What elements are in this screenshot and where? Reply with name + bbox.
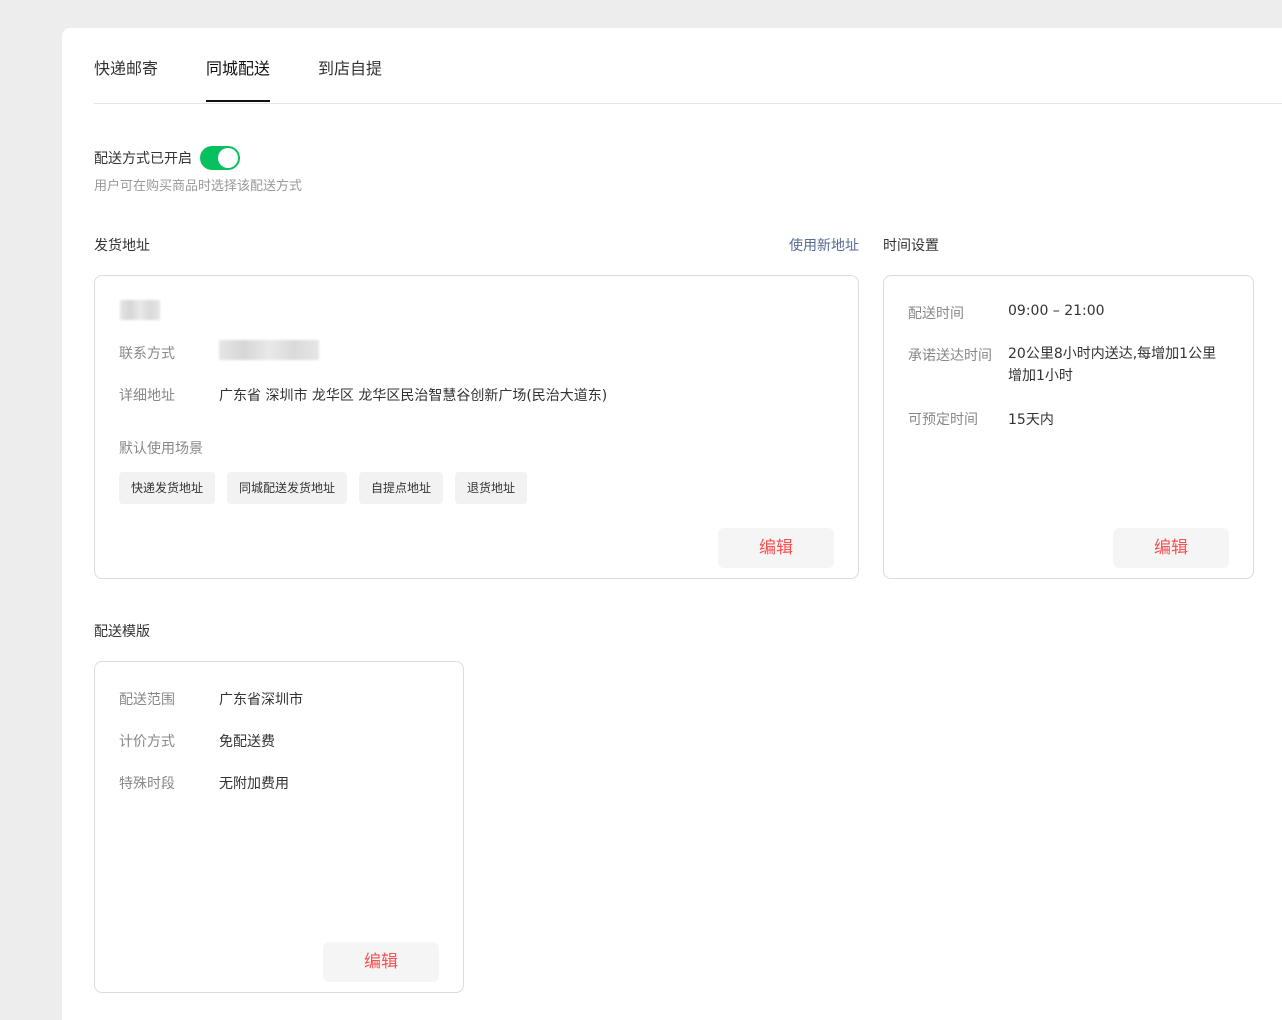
tab-express[interactable]: 快递邮寄	[94, 55, 158, 79]
address-card: 联系方式 详细地址 广东省 深圳市 龙华区 龙华区民治智慧谷创新广场(民治大道东…	[94, 275, 859, 579]
delivery-range-row: 配送范围 广东省深圳市	[119, 689, 303, 709]
redacted-contact	[219, 340, 319, 360]
default-scene-label: 默认使用场景	[119, 441, 203, 457]
active-tab-underline	[206, 100, 270, 102]
toggle-label: 配送方式已开启	[94, 151, 192, 167]
scene-row: 默认使用场景	[119, 438, 203, 458]
time-edit-button[interactable]: 编辑	[1113, 528, 1229, 568]
delivery-enabled-toggle[interactable]	[200, 146, 240, 170]
special-period-label: 特殊时段	[119, 776, 175, 792]
tag-pickup-address: 自提点地址	[359, 472, 444, 504]
special-period-row: 特殊时段 无附加费用	[119, 773, 289, 793]
detail-address-row: 详细地址 广东省 深圳市 龙华区 龙华区民治智慧谷创新广场(民治大道东)	[119, 385, 607, 405]
redacted-name	[120, 300, 160, 320]
delivery-time-row: 配送时间 09:00 – 21:00	[908, 303, 1105, 323]
template-section-title: 配送模版	[94, 624, 150, 640]
template-card: 配送范围 广东省深圳市 计价方式 免配送费 特殊时段 无附加费用 编辑	[94, 661, 464, 993]
tag-express-address: 快递发货地址	[119, 472, 216, 504]
delivery-tabs: 快递邮寄 同城配送 到店自提	[94, 28, 1282, 104]
reservable-time-label: 可预定时间	[908, 412, 978, 428]
contact-row: 联系方式	[119, 343, 175, 363]
reservable-time-value: 15天内	[1008, 412, 1054, 428]
contact-label: 联系方式	[119, 346, 175, 362]
time-section-title: 时间设置	[883, 238, 939, 254]
pricing-value: 免配送费	[219, 734, 275, 750]
pricing-label: 计价方式	[119, 734, 175, 750]
delivery-toggle-row: 配送方式已开启	[94, 146, 240, 170]
toggle-knob	[218, 148, 238, 168]
tag-local-delivery-address: 同城配送发货地址	[227, 472, 348, 504]
time-card: 配送时间 09:00 – 21:00 承诺送达时间 20公里8小时内送达,每增加…	[883, 275, 1254, 579]
promised-time-row: 承诺送达时间 20公里8小时内送达,每增加1公里增加1小时	[908, 345, 1230, 387]
delivery-time-label: 配送时间	[908, 306, 964, 322]
delivery-time-value: 09:00 – 21:00	[1008, 303, 1105, 319]
address-edit-button[interactable]: 编辑	[718, 528, 834, 568]
toggle-hint: 用户可在购买商品时选择该配送方式	[94, 179, 303, 194]
tab-pickup[interactable]: 到店自提	[318, 55, 382, 79]
use-new-address-link[interactable]: 使用新地址	[789, 235, 859, 255]
reservable-time-row: 可预定时间 15天内	[908, 409, 1054, 429]
tag-return-address: 退货地址	[455, 472, 528, 504]
template-edit-button[interactable]: 编辑	[323, 942, 439, 982]
detail-address-value: 广东省 深圳市 龙华区 龙华区民治智慧谷创新广场(民治大道东)	[219, 388, 608, 404]
detail-address-label: 详细地址	[119, 388, 175, 404]
pricing-row: 计价方式 免配送费	[119, 731, 275, 751]
tab-local-delivery[interactable]: 同城配送	[206, 55, 270, 79]
main-panel: 快递邮寄 同城配送 到店自提 配送方式已开启 用户可在购买商品时选择该配送方式 …	[62, 28, 1282, 1020]
delivery-range-label: 配送范围	[119, 692, 175, 708]
promised-time-value: 20公里8小时内送达,每增加1公里增加1小时	[1008, 346, 1217, 384]
address-section-title: 发货地址	[94, 238, 150, 254]
promised-time-label: 承诺送达时间	[908, 348, 992, 364]
special-period-value: 无附加费用	[219, 776, 289, 792]
delivery-range-value: 广东省深圳市	[219, 692, 303, 708]
